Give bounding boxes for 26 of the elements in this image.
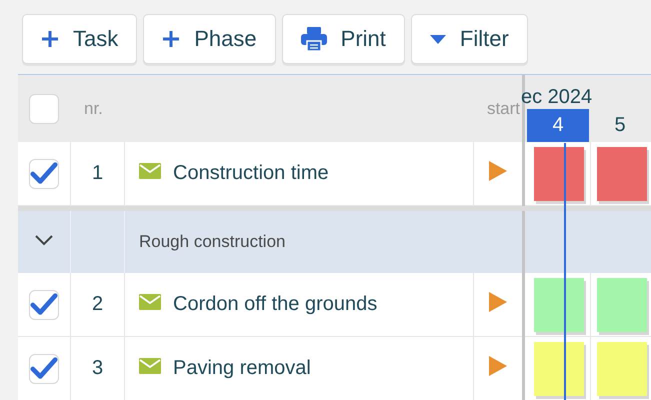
toolbar-button[interactable]: Phase xyxy=(143,14,276,64)
checkbox[interactable] xyxy=(29,94,59,124)
month-label: ec 2024 xyxy=(521,85,594,109)
row-number: 3 xyxy=(71,337,125,400)
task-name: Cordon off the grounds xyxy=(173,293,378,316)
column-header: nr. xyxy=(83,98,104,120)
column-header: start xyxy=(486,98,521,120)
caret-icon xyxy=(430,34,446,44)
printer-icon xyxy=(300,27,327,51)
task-bar[interactable] xyxy=(534,342,584,396)
day-label[interactable]: 4 xyxy=(527,109,589,142)
task-name: Paving removal xyxy=(173,357,311,380)
task-bar[interactable] xyxy=(534,278,584,332)
checkbox[interactable] xyxy=(29,290,59,320)
toolbar-button[interactable]: Print xyxy=(282,14,405,64)
checkbox[interactable] xyxy=(29,354,59,384)
checkbox[interactable] xyxy=(29,158,59,188)
day-label[interactable]: 5 xyxy=(589,109,651,142)
row-number: 2 xyxy=(71,273,125,336)
plus-icon xyxy=(41,30,59,48)
task-name: Construction time xyxy=(173,162,329,185)
toolbar-button[interactable]: Task xyxy=(22,14,138,64)
row-number: 1 xyxy=(71,142,125,205)
plus-icon xyxy=(162,30,180,48)
toolbar-button[interactable]: Filter xyxy=(410,14,528,64)
phase-name: Rough construction xyxy=(139,232,286,252)
